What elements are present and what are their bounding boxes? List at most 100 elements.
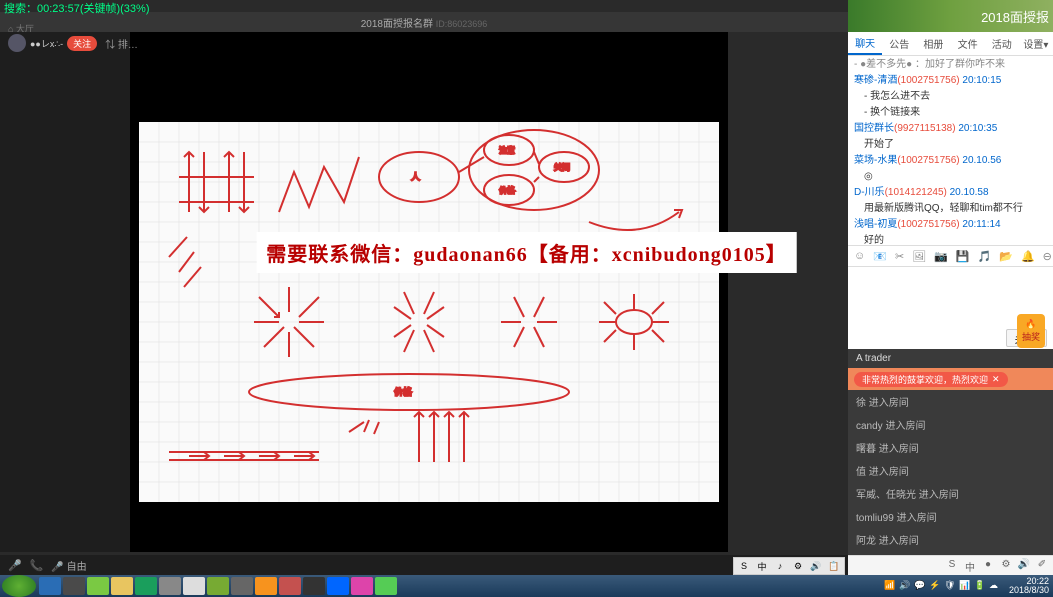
tool-icon[interactable]: 🖼	[912, 250, 926, 263]
svg-text:关闭: 关闭	[554, 162, 570, 172]
tool-icon[interactable]: 📧	[873, 250, 887, 263]
status-icon[interactable]: 中	[963, 559, 977, 573]
search-status: 搜索：00:23:57(关键帧)(33%)	[0, 0, 1053, 12]
chat-line: 浅唱-初夏(1002751756) 20:11:14	[854, 218, 1047, 231]
ime-icon[interactable]: 中	[754, 559, 770, 573]
taskbar-app[interactable]	[375, 577, 397, 595]
tool-icon[interactable]: 💾	[956, 250, 970, 263]
join-item: 值 进入房间	[848, 459, 1053, 482]
tab-2[interactable]: 相册	[916, 32, 950, 55]
taskbar-app[interactable]	[63, 577, 85, 595]
start-button[interactable]	[2, 575, 36, 597]
panel-tabs: 聊天公告相册文件活动设置▾	[848, 32, 1053, 56]
taskbar: 📶🔊💬⚡🛡📊🔋☁ 20:222018/8/30	[0, 575, 1053, 597]
chat-line: 国控群长(9927115138) 20:10:35	[854, 122, 1047, 135]
taskbar-app[interactable]	[87, 577, 109, 595]
tool-icon[interactable]: ☺	[854, 250, 865, 262]
window-header: 2018面授报名群 ID:86023696	[0, 12, 848, 32]
tab-3[interactable]: 文件	[951, 32, 985, 55]
taskbar-app[interactable]	[159, 577, 181, 595]
taskbar-app[interactable]	[111, 577, 133, 595]
svg-text:注意: 注意	[499, 145, 515, 155]
sort-icon[interactable]: ⇅ 排…	[105, 36, 138, 51]
notice-pill[interactable]: 非常热烈的鼓掌欢迎，热烈欢迎✕	[854, 372, 1008, 387]
tool-icon[interactable]: ✂	[895, 250, 904, 263]
status-icon[interactable]: S	[945, 559, 959, 573]
tray-icon[interactable]: 📊	[959, 580, 971, 592]
whiteboard: 人 注意 关闭 价格 价格	[139, 122, 719, 502]
trader-label: A trader	[848, 349, 1053, 368]
tray-icon[interactable]: 📶	[884, 580, 896, 592]
notice-bar: 非常热烈的鼓掌欢迎，热烈欢迎✕	[848, 368, 1053, 390]
clock[interactable]: 20:222018/8/30	[1005, 577, 1053, 595]
tab-0[interactable]: 聊天	[848, 32, 882, 55]
room-title: 2018面授报名群 ID:86023696	[0, 15, 848, 30]
taskbar-app[interactable]	[279, 577, 301, 595]
status-icon[interactable]: ⚙	[999, 559, 1013, 573]
ime-icon[interactable]: S	[736, 559, 752, 573]
ime-icon[interactable]: 🔊	[808, 559, 824, 573]
taskbar-app[interactable]	[39, 577, 61, 595]
svg-text:人: 人	[411, 172, 420, 182]
watermark-overlay: 需要联系微信：gudaonan66【备用：xcnibudong0105】	[256, 232, 797, 273]
join-item: 曙暮 进入房间	[848, 436, 1053, 459]
lottery-button[interactable]: 🔥抽奖	[1017, 314, 1045, 348]
follow-button[interactable]: 关注	[67, 36, 97, 51]
taskbar-app[interactable]	[303, 577, 325, 595]
tray-icon[interactable]: ☁	[989, 580, 1001, 592]
ime-icon[interactable]: 📋	[826, 559, 842, 573]
status-icon[interactable]: ●	[981, 559, 995, 573]
tool-icon[interactable]: 📂	[999, 250, 1013, 263]
taskbar-app[interactable]	[231, 577, 253, 595]
taskbar-app[interactable]	[255, 577, 277, 595]
status-icon[interactable]: 🔊	[1017, 559, 1031, 573]
member-bar: S中 ● ⚙ 🔊 ✐	[848, 555, 1053, 575]
chat-line: 寒碜-清酒(1002751756) 20:10:15	[854, 74, 1047, 87]
taskbar-app[interactable]	[183, 577, 205, 595]
svg-text:价格: 价格	[499, 185, 515, 195]
left-sidebar	[0, 32, 130, 552]
streamer-name: ●●レx∴-	[30, 37, 63, 50]
tray-icon[interactable]: 🛡	[944, 580, 956, 592]
join-item: 阿龙 进入房间	[848, 528, 1053, 551]
tray-icon[interactable]: 🔊	[899, 580, 911, 592]
chat-line: - 换个链接来	[854, 106, 1047, 119]
chat-line: 用最新版腾讯QQ，轻聊和tim都不行	[854, 202, 1047, 215]
tool-icon[interactable]: ⊖	[1043, 250, 1052, 263]
close-icon[interactable]: ✕	[992, 374, 1000, 385]
tool-icon[interactable]: 🔔	[1021, 250, 1035, 263]
status-text: 🎤 自由	[51, 558, 86, 573]
avatar	[8, 34, 26, 52]
chat-line: 开始了	[854, 138, 1047, 151]
tab-5[interactable]: 设置▾	[1019, 32, 1053, 55]
tray-icon[interactable]: 💬	[914, 580, 926, 592]
tray-icon[interactable]: 🔋	[974, 580, 986, 592]
taskbar-app[interactable]	[327, 577, 349, 595]
chat-line: 好的	[854, 234, 1047, 245]
mic-icon[interactable]: 🎤	[8, 559, 22, 572]
chat-toolbar: ☺ 📧 ✂ 🖼 📷 💾 🎵 📂 🔔 ⊖	[848, 245, 1053, 267]
presentation-area: 人 注意 关闭 价格 价格	[130, 32, 728, 552]
tab-4[interactable]: 活动	[985, 32, 1019, 55]
streamer-badge: ●●レx∴- 关注 ⇅ 排…	[8, 34, 138, 52]
ime-icon[interactable]: ⚙	[790, 559, 806, 573]
join-item: 军威、任晓光 进入房间	[848, 482, 1053, 505]
ime-bar[interactable]: S中♪⚙🔊📋	[733, 557, 845, 575]
tool-icon[interactable]: 🎵	[978, 250, 992, 263]
svg-text:价格: 价格	[394, 386, 412, 397]
system-tray: 📶🔊💬⚡🛡📊🔋☁	[884, 580, 1005, 592]
tab-1[interactable]: 公告	[882, 32, 916, 55]
ime-icon[interactable]: ♪	[772, 559, 788, 573]
status-bar: 🎤 📞 🎤 自由	[0, 555, 848, 575]
taskbar-app[interactable]	[207, 577, 229, 595]
chat-line: - 我怎么进不去	[854, 90, 1047, 103]
chat-panel: 2018面授报 聊天公告相册文件活动设置▾ - ●差不多先● ：加好了群你咋不来…	[848, 0, 1053, 575]
tool-icon[interactable]: 📷	[934, 250, 948, 263]
tray-icon[interactable]: ⚡	[929, 580, 941, 592]
taskbar-app[interactable]	[351, 577, 373, 595]
chat-line: ◎	[854, 170, 1047, 183]
phone-icon[interactable]: 📞	[30, 559, 44, 572]
taskbar-app[interactable]	[135, 577, 157, 595]
status-icon[interactable]: ✐	[1035, 559, 1049, 573]
chat-log: - ●差不多先● ：加好了群你咋不来寒碜-清酒(1002751756) 20:1…	[848, 56, 1053, 245]
